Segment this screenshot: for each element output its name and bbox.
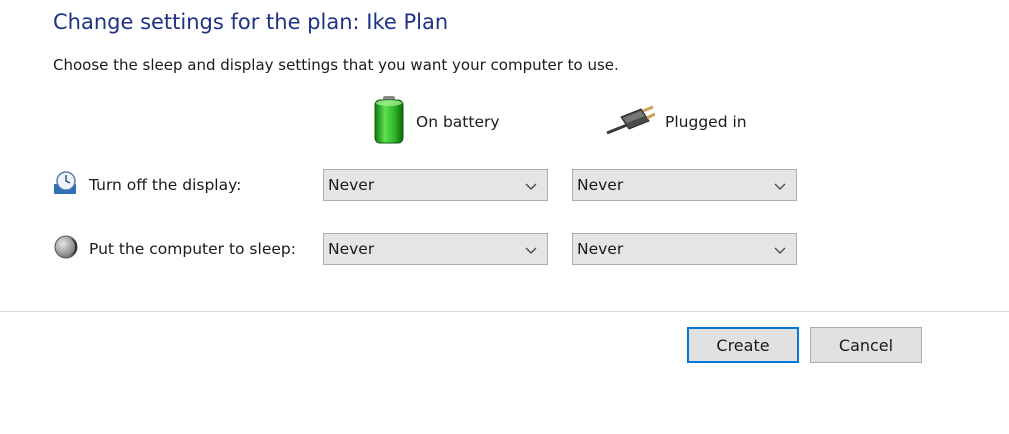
- dropdown-value: Never: [328, 240, 375, 258]
- column-label-on-battery: On battery: [416, 113, 500, 131]
- display-battery-dropdown[interactable]: Never: [323, 169, 548, 201]
- row-sleep: Put the computer to sleep:: [53, 234, 296, 264]
- chevron-down-icon: [774, 176, 786, 195]
- page-description: Choose the sleep and display settings th…: [53, 56, 619, 74]
- row-label-sleep: Put the computer to sleep:: [89, 240, 296, 258]
- column-label-plugged-in: Plugged in: [665, 113, 747, 131]
- display-timer-icon: [53, 170, 79, 200]
- create-button[interactable]: Create: [687, 327, 799, 363]
- dropdown-value: Never: [577, 240, 624, 258]
- column-header-on-battery: On battery: [372, 96, 500, 148]
- chevron-down-icon: [774, 240, 786, 259]
- chevron-down-icon: [525, 176, 537, 195]
- row-turn-off-display: Turn off the display:: [53, 170, 242, 200]
- power-plan-settings-page: Change settings for the plan: Ike Plan C…: [0, 0, 1009, 434]
- dropdown-value: Never: [328, 176, 375, 194]
- footer-divider: [0, 311, 1009, 312]
- chevron-down-icon: [525, 240, 537, 259]
- cancel-button[interactable]: Cancel: [810, 327, 922, 363]
- sleep-moon-icon: [53, 234, 79, 264]
- column-header-plugged-in: Plugged in: [605, 96, 747, 148]
- sleep-plugged-dropdown[interactable]: Never: [572, 233, 797, 265]
- display-plugged-dropdown[interactable]: Never: [572, 169, 797, 201]
- battery-icon: [372, 95, 406, 149]
- power-plug-icon: [605, 103, 656, 141]
- sleep-battery-dropdown[interactable]: Never: [323, 233, 548, 265]
- dropdown-value: Never: [577, 176, 624, 194]
- row-label-turn-off-display: Turn off the display:: [89, 176, 242, 194]
- page-title: Change settings for the plan: Ike Plan: [53, 10, 449, 34]
